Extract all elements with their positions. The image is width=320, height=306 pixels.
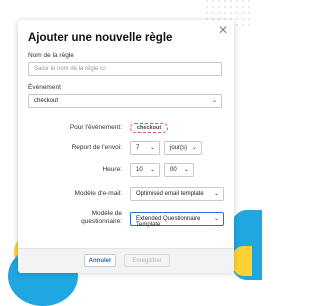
for-event-label: Pour l'événement: xyxy=(69,124,122,131)
delay-unit-select[interactable]: jour(s) ⌄ xyxy=(164,141,202,155)
chevron-down-icon: ⌄ xyxy=(191,145,197,151)
decor-dot xyxy=(242,12,244,14)
decor-dot xyxy=(224,12,226,14)
decor-dot xyxy=(218,6,220,8)
email-model-label: Modèle d'e-mail: xyxy=(74,190,122,197)
questionnaire-model-label-line1: Modèle de xyxy=(91,210,122,217)
chevron-down-icon: ⌄ xyxy=(149,167,155,173)
rule-name-label: Nom de la règle xyxy=(28,52,74,59)
decor-dot xyxy=(248,18,250,20)
questionnaire-model-value: Extended Questionnaire Template xyxy=(136,216,201,228)
chevron-down-icon: ⌄ xyxy=(213,191,219,197)
decor-dot xyxy=(206,6,208,8)
questionnaire-model-select[interactable]: Extended Questionnaire Template ⌄ xyxy=(130,212,224,228)
chevron-down-icon: ⌄ xyxy=(149,145,155,151)
decor-dot xyxy=(224,0,226,2)
questionnaire-model-label: Modèle de questionnaire: xyxy=(28,210,122,226)
decor-dot xyxy=(212,6,214,8)
decor-dot xyxy=(248,0,250,2)
decor-dot xyxy=(242,24,244,26)
decor-dot xyxy=(218,0,220,2)
decor-dot xyxy=(248,6,250,8)
decor-dot xyxy=(230,6,232,8)
chevron-down-icon: ⌄ xyxy=(183,167,189,173)
decor-yellow-shape xyxy=(232,246,252,276)
delay-amount-value: 7 xyxy=(136,145,140,151)
chevron-down-icon: ⌄ xyxy=(213,216,219,222)
cancel-button[interactable]: Annuler xyxy=(84,254,116,267)
event-selected-value: checkout xyxy=(34,98,59,104)
decor-dot xyxy=(206,0,208,2)
decor-dot xyxy=(236,18,238,20)
delay-amount-select[interactable]: 7 ⌄ xyxy=(130,141,160,155)
decor-dot xyxy=(242,0,244,2)
decor-dot xyxy=(242,6,244,8)
time-label: Heure: xyxy=(102,166,122,173)
event-select[interactable]: checkout ⌄ xyxy=(28,94,222,108)
close-icon[interactable]: ✕ xyxy=(218,24,228,36)
hour-value: 10 xyxy=(136,167,143,173)
minute-value: 00 xyxy=(170,167,177,173)
decor-dot xyxy=(218,12,220,14)
questionnaire-model-label-line2: questionnaire: xyxy=(81,218,122,225)
decor-dot xyxy=(230,0,232,2)
decor-dot xyxy=(248,12,250,14)
delay-unit-value: jour(s) xyxy=(170,145,188,151)
hour-select[interactable]: 10 ⌄ xyxy=(130,163,160,177)
decor-dot xyxy=(212,12,214,14)
email-model-select[interactable]: Optimised email template ⌄ xyxy=(130,187,224,201)
add-rule-dialog: ✕ Ajouter une nouvelle règle Nom de la r… xyxy=(18,20,234,273)
rule-name-input[interactable]: Saisir le nom de la règle ici xyxy=(28,62,222,76)
decor-dot xyxy=(248,24,250,26)
decor-dot xyxy=(236,0,238,2)
decor-dot xyxy=(206,12,208,14)
event-label: Événement xyxy=(28,84,61,91)
decor-dot xyxy=(224,6,226,8)
save-button[interactable]: Enregistrer xyxy=(124,254,170,267)
decor-dot xyxy=(242,18,244,20)
decor-dot xyxy=(212,0,214,2)
decor-dot xyxy=(236,12,238,14)
decor-dot xyxy=(236,6,238,8)
event-badge: checkout xyxy=(130,123,169,133)
dialog-title: Ajouter une nouvelle règle xyxy=(28,32,173,44)
decor-dot xyxy=(230,12,232,14)
email-model-value: Optimised email template xyxy=(136,191,204,197)
chevron-down-icon: ⌄ xyxy=(211,98,217,104)
decor-dot xyxy=(236,24,238,26)
rule-name-placeholder: Saisir le nom de la règle ici xyxy=(34,66,106,72)
minute-select[interactable]: 00 ⌄ xyxy=(164,163,194,177)
delay-label: Report de l'envoi: xyxy=(71,144,122,151)
